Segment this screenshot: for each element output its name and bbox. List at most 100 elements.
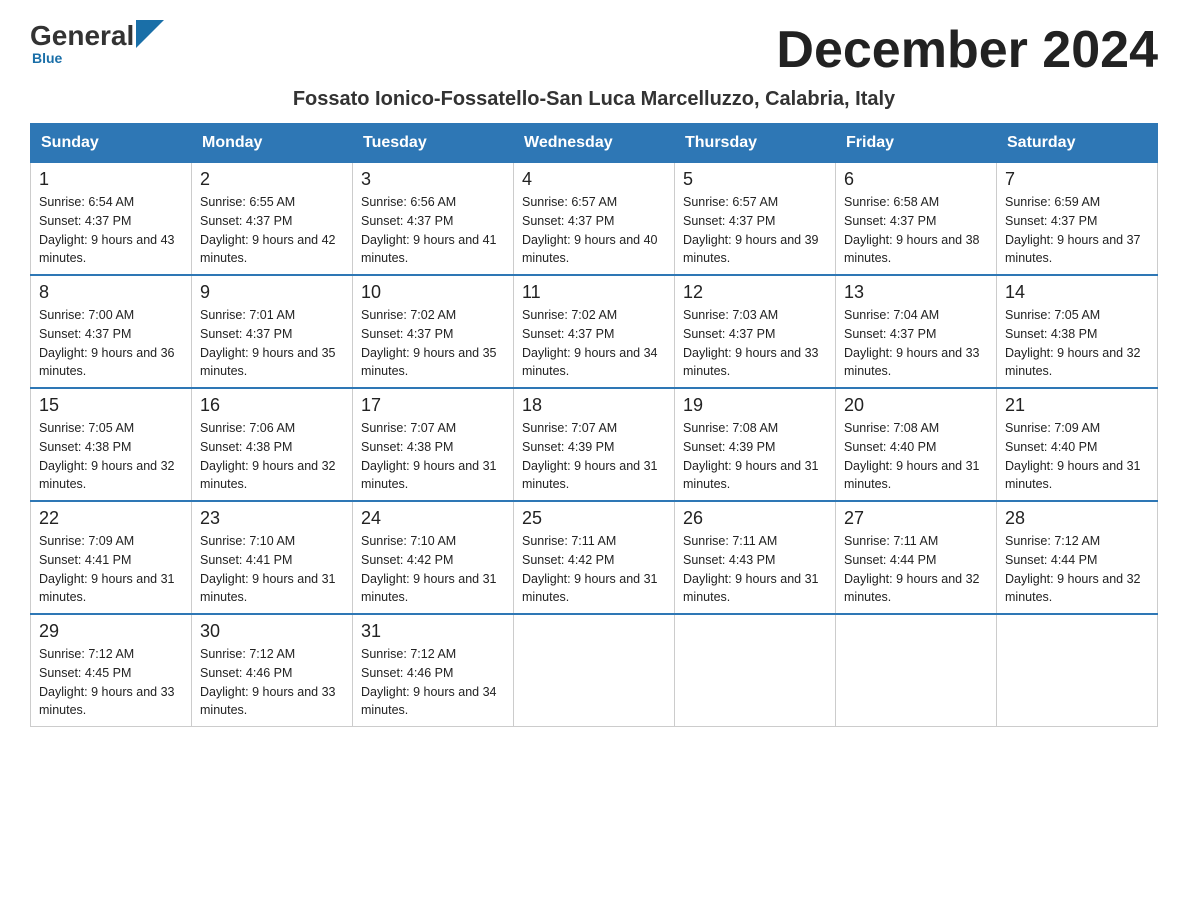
calendar-week-row: 22 Sunrise: 7:09 AMSunset: 4:41 PMDayligh… xyxy=(31,501,1158,614)
day-info: Sunrise: 7:03 AMSunset: 4:37 PMDaylight:… xyxy=(683,306,827,381)
day-number: 7 xyxy=(1005,169,1149,190)
table-row: 25Sunrise: 7:11 AMSunset: 4:42 PMDayligh… xyxy=(514,501,675,614)
day-number: 22 xyxy=(39,508,183,529)
logo-general: General xyxy=(30,20,134,52)
day-info: Sunrise: 7:05 AMSunset: 4:38 PMDaylight:… xyxy=(1005,306,1149,381)
day-info: Sunrise: 6:54 AMSunset: 4:37 PMDaylight:… xyxy=(39,193,183,268)
day-number: 3 xyxy=(361,169,505,190)
table-row: 30 Sunrise: 7:12 AMSunset: 4:46 PMDayligh… xyxy=(192,614,353,727)
day-number: 16 xyxy=(200,395,344,416)
day-number: 24 xyxy=(361,508,505,529)
table-row: 5Sunrise: 6:57 AMSunset: 4:37 PMDaylight… xyxy=(675,163,836,276)
day-number: 17 xyxy=(361,395,505,416)
table-row: 11Sunrise: 7:02 AMSunset: 4:37 PMDayligh… xyxy=(514,275,675,388)
day-info: Sunrise: 7:05 AMSunset: 4:38 PMDaylight:… xyxy=(39,419,183,494)
table-row: 3 Sunrise: 6:56 AMSunset: 4:37 PMDaylight… xyxy=(353,163,514,276)
day-info: Sunrise: 7:09 AMSunset: 4:41 PMDaylight:… xyxy=(39,532,183,607)
table-row: 22 Sunrise: 7:09 AMSunset: 4:41 PMDayligh… xyxy=(31,501,192,614)
calendar-table: Sunday Monday Tuesday Wednesday Thursday… xyxy=(30,123,1158,727)
day-number: 9 xyxy=(200,282,344,303)
day-info: Sunrise: 7:06 AMSunset: 4:38 PMDaylight:… xyxy=(200,419,344,494)
table-row: 26 Sunrise: 7:11 AMSunset: 4:43 PMDayligh… xyxy=(675,501,836,614)
table-row: 23Sunrise: 7:10 AMSunset: 4:41 PMDayligh… xyxy=(192,501,353,614)
day-info: Sunrise: 6:58 AMSunset: 4:37 PMDaylight:… xyxy=(844,193,988,268)
day-info: Sunrise: 7:09 AMSunset: 4:40 PMDaylight:… xyxy=(1005,419,1149,494)
day-info: Sunrise: 7:12 AMSunset: 4:44 PMDaylight:… xyxy=(1005,532,1149,607)
day-number: 31 xyxy=(361,621,505,642)
col-header-thursday: Thursday xyxy=(675,124,836,163)
page-title: December 2024 xyxy=(776,20,1158,80)
calendar-week-row: 29Sunrise: 7:12 AMSunset: 4:45 PMDayligh… xyxy=(31,614,1158,727)
col-header-saturday: Saturday xyxy=(997,124,1158,163)
table-row xyxy=(514,614,675,727)
day-number: 1 xyxy=(39,169,183,190)
col-header-wednesday: Wednesday xyxy=(514,124,675,163)
day-number: 29 xyxy=(39,621,183,642)
table-row: 12Sunrise: 7:03 AMSunset: 4:37 PMDayligh… xyxy=(675,275,836,388)
calendar-header-row: Sunday Monday Tuesday Wednesday Thursday… xyxy=(31,124,1158,163)
header-row: General Blue December 2024 xyxy=(30,20,1158,80)
day-number: 4 xyxy=(522,169,666,190)
table-row: 18Sunrise: 7:07 AMSunset: 4:39 PMDayligh… xyxy=(514,388,675,501)
table-row: 9 Sunrise: 7:01 AMSunset: 4:37 PMDaylight… xyxy=(192,275,353,388)
table-row xyxy=(836,614,997,727)
table-row xyxy=(675,614,836,727)
day-info: Sunrise: 6:55 AMSunset: 4:37 PMDaylight:… xyxy=(200,193,344,268)
day-number: 21 xyxy=(1005,395,1149,416)
day-number: 20 xyxy=(844,395,988,416)
day-number: 2 xyxy=(200,169,344,190)
day-number: 18 xyxy=(522,395,666,416)
day-number: 6 xyxy=(844,169,988,190)
calendar-week-row: 1 Sunrise: 6:54 AMSunset: 4:37 PMDaylight… xyxy=(31,163,1158,276)
col-header-tuesday: Tuesday xyxy=(353,124,514,163)
day-info: Sunrise: 7:08 AMSunset: 4:40 PMDaylight:… xyxy=(844,419,988,494)
day-number: 13 xyxy=(844,282,988,303)
day-number: 23 xyxy=(200,508,344,529)
table-row: 21 Sunrise: 7:09 AMSunset: 4:40 PMDayligh… xyxy=(997,388,1158,501)
table-row: 24 Sunrise: 7:10 AMSunset: 4:42 PMDayligh… xyxy=(353,501,514,614)
col-header-monday: Monday xyxy=(192,124,353,163)
day-number: 5 xyxy=(683,169,827,190)
day-number: 11 xyxy=(522,282,666,303)
day-info: Sunrise: 7:10 AMSunset: 4:42 PMDaylight:… xyxy=(361,532,505,607)
table-row: 1 Sunrise: 6:54 AMSunset: 4:37 PMDaylight… xyxy=(31,163,192,276)
table-row: 15 Sunrise: 7:05 AMSunset: 4:38 PMDayligh… xyxy=(31,388,192,501)
col-header-friday: Friday xyxy=(836,124,997,163)
table-row: 16 Sunrise: 7:06 AMSunset: 4:38 PMDayligh… xyxy=(192,388,353,501)
day-number: 10 xyxy=(361,282,505,303)
day-info: Sunrise: 7:11 AMSunset: 4:43 PMDaylight:… xyxy=(683,532,827,607)
day-number: 30 xyxy=(200,621,344,642)
day-number: 8 xyxy=(39,282,183,303)
table-row: 17Sunrise: 7:07 AMSunset: 4:38 PMDayligh… xyxy=(353,388,514,501)
table-row: 13 Sunrise: 7:04 AMSunset: 4:37 PMDayligh… xyxy=(836,275,997,388)
day-info: Sunrise: 6:56 AMSunset: 4:37 PMDaylight:… xyxy=(361,193,505,268)
table-row: 19Sunrise: 7:08 AMSunset: 4:39 PMDayligh… xyxy=(675,388,836,501)
col-header-sunday: Sunday xyxy=(31,124,192,163)
table-row: 10Sunrise: 7:02 AMSunset: 4:37 PMDayligh… xyxy=(353,275,514,388)
day-number: 15 xyxy=(39,395,183,416)
day-info: Sunrise: 7:11 AMSunset: 4:42 PMDaylight:… xyxy=(522,532,666,607)
logo: General Blue xyxy=(30,20,166,66)
table-row: 7 Sunrise: 6:59 AMSunset: 4:37 PMDaylight… xyxy=(997,163,1158,276)
day-info: Sunrise: 7:04 AMSunset: 4:37 PMDaylight:… xyxy=(844,306,988,381)
table-row: 8Sunrise: 7:00 AMSunset: 4:37 PMDaylight… xyxy=(31,275,192,388)
table-row: 2 Sunrise: 6:55 AMSunset: 4:37 PMDaylight… xyxy=(192,163,353,276)
day-info: Sunrise: 6:57 AMSunset: 4:37 PMDaylight:… xyxy=(522,193,666,268)
location-title: Fossato Ionico-Fossatello-San Luca Marce… xyxy=(30,88,1158,111)
day-info: Sunrise: 7:12 AMSunset: 4:46 PMDaylight:… xyxy=(361,645,505,720)
day-number: 14 xyxy=(1005,282,1149,303)
table-row: 29Sunrise: 7:12 AMSunset: 4:45 PMDayligh… xyxy=(31,614,192,727)
table-row: 20 Sunrise: 7:08 AMSunset: 4:40 PMDayligh… xyxy=(836,388,997,501)
day-info: Sunrise: 7:12 AMSunset: 4:46 PMDaylight:… xyxy=(200,645,344,720)
table-row: 6 Sunrise: 6:58 AMSunset: 4:37 PMDaylight… xyxy=(836,163,997,276)
table-row: 27Sunrise: 7:11 AMSunset: 4:44 PMDayligh… xyxy=(836,501,997,614)
day-info: Sunrise: 7:01 AMSunset: 4:37 PMDaylight:… xyxy=(200,306,344,381)
table-row: 28Sunrise: 7:12 AMSunset: 4:44 PMDayligh… xyxy=(997,501,1158,614)
day-number: 26 xyxy=(683,508,827,529)
calendar-week-row: 15 Sunrise: 7:05 AMSunset: 4:38 PMDayligh… xyxy=(31,388,1158,501)
table-row: 14 Sunrise: 7:05 AMSunset: 4:38 PMDayligh… xyxy=(997,275,1158,388)
day-info: Sunrise: 6:59 AMSunset: 4:37 PMDaylight:… xyxy=(1005,193,1149,268)
table-row: 4 Sunrise: 6:57 AMSunset: 4:37 PMDaylight… xyxy=(514,163,675,276)
calendar-week-row: 8Sunrise: 7:00 AMSunset: 4:37 PMDaylight… xyxy=(31,275,1158,388)
day-number: 19 xyxy=(683,395,827,416)
